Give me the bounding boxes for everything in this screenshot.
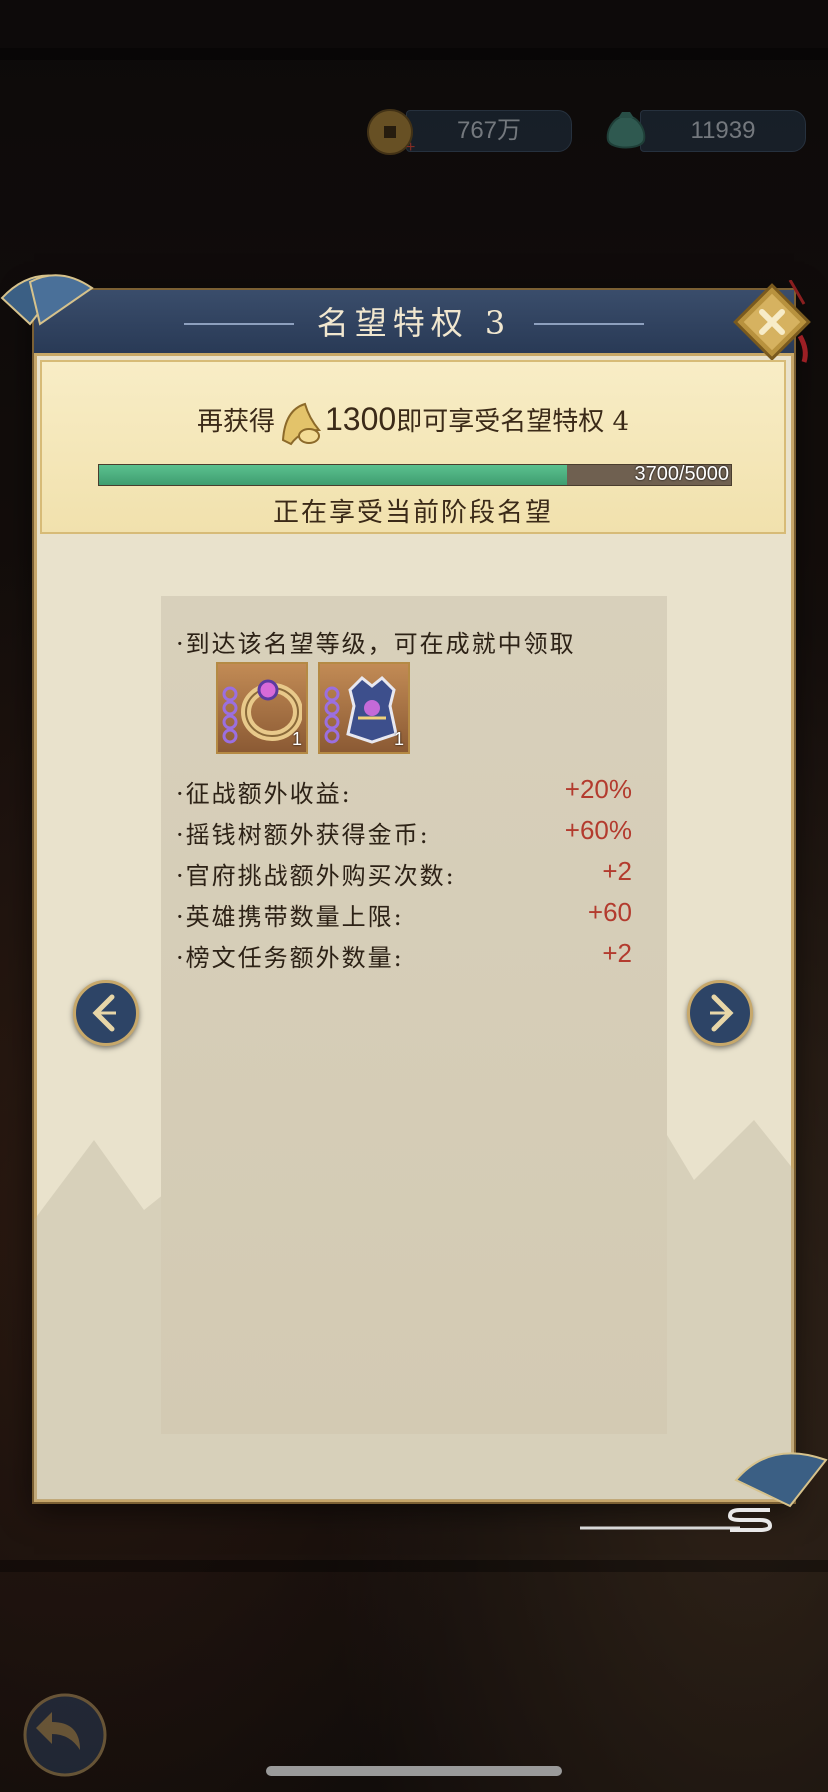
close-button[interactable] — [730, 280, 814, 364]
panel-header: 名望特权 3 — [34, 290, 794, 356]
bag-balance-value: 11939 — [640, 110, 806, 152]
back-arrow-icon[interactable] — [20, 1690, 110, 1780]
fan-decoration-icon — [734, 1452, 828, 1508]
requirement-prefix: 再获得 — [196, 407, 275, 437]
requirement-text: 再获得 1300即可享受名望特权 4 — [42, 400, 784, 446]
panel-title: 名望特权 3 — [316, 304, 512, 342]
prestige-progress-bar: 3700/5000 — [98, 463, 732, 486]
stat-row: ·榜文任务额外数量: +2 — [176, 938, 632, 972]
stat-label: ·官府挑战额外购买次数: — [176, 862, 456, 890]
current-status-text: 正在享受当前阶段名望 — [272, 498, 553, 528]
arrow-left-icon — [92, 994, 116, 1032]
coin-icon: + — [367, 109, 415, 156]
reward-header: ·到达该名望等级，可在成就中领取 — [176, 630, 576, 658]
coin-balance: 767万 + — [366, 108, 572, 156]
stat-value: +2 — [602, 938, 632, 968]
arrow-right-icon — [710, 994, 734, 1032]
stat-value: +2 — [602, 856, 632, 886]
chain-icon — [222, 686, 238, 744]
item-count: 1 — [393, 729, 404, 749]
reward-item-armor[interactable]: 1 — [318, 662, 410, 754]
money-bag-icon — [606, 112, 646, 149]
stat-label: ·英雄携带数量上限: — [176, 903, 404, 931]
progress-label: 3700/5000 — [634, 463, 729, 485]
requirement-suffix: 即可享受名望特权 4 — [396, 407, 629, 437]
svg-text:+: + — [406, 139, 415, 156]
stat-row: ·官府挑战额外购买次数: +2 — [176, 856, 632, 890]
stat-label: ·榜文任务额外数量: — [176, 944, 404, 972]
chain-icon — [324, 686, 340, 744]
fan-decoration-icon — [0, 274, 94, 326]
previous-level-button[interactable] — [73, 980, 139, 1046]
requirement-amount: 1300 — [325, 401, 397, 437]
stat-value: +60 — [587, 897, 632, 927]
stat-row: ·英雄携带数量上限: +60 — [176, 897, 632, 931]
coin-balance-value: 767万 — [406, 110, 572, 152]
item-count: 1 — [291, 729, 302, 749]
bag-balance: 11939 — [600, 108, 806, 152]
next-level-button[interactable] — [687, 980, 753, 1046]
stat-label: ·摇钱树额外获得金币: — [176, 821, 430, 849]
stat-value: +60% — [564, 815, 632, 845]
horn-icon — [281, 402, 321, 446]
stat-row: ·摇钱树额外获得金币: +60% — [176, 815, 632, 849]
stat-value: +20% — [564, 774, 632, 804]
progress-fill — [99, 465, 567, 485]
prestige-progress-section: 再获得 1300即可享受名望特权 4 3700/5000 正在享受当前阶段名望 — [40, 360, 786, 534]
stat-label: ·征战额外收益: — [176, 780, 352, 808]
decorative-swirl-icon — [580, 1508, 773, 1532]
reward-item-ring[interactable]: 1 — [216, 662, 308, 754]
stat-row: ·征战额外收益: +20% — [176, 774, 632, 808]
home-indicator[interactable] — [266, 1766, 562, 1776]
